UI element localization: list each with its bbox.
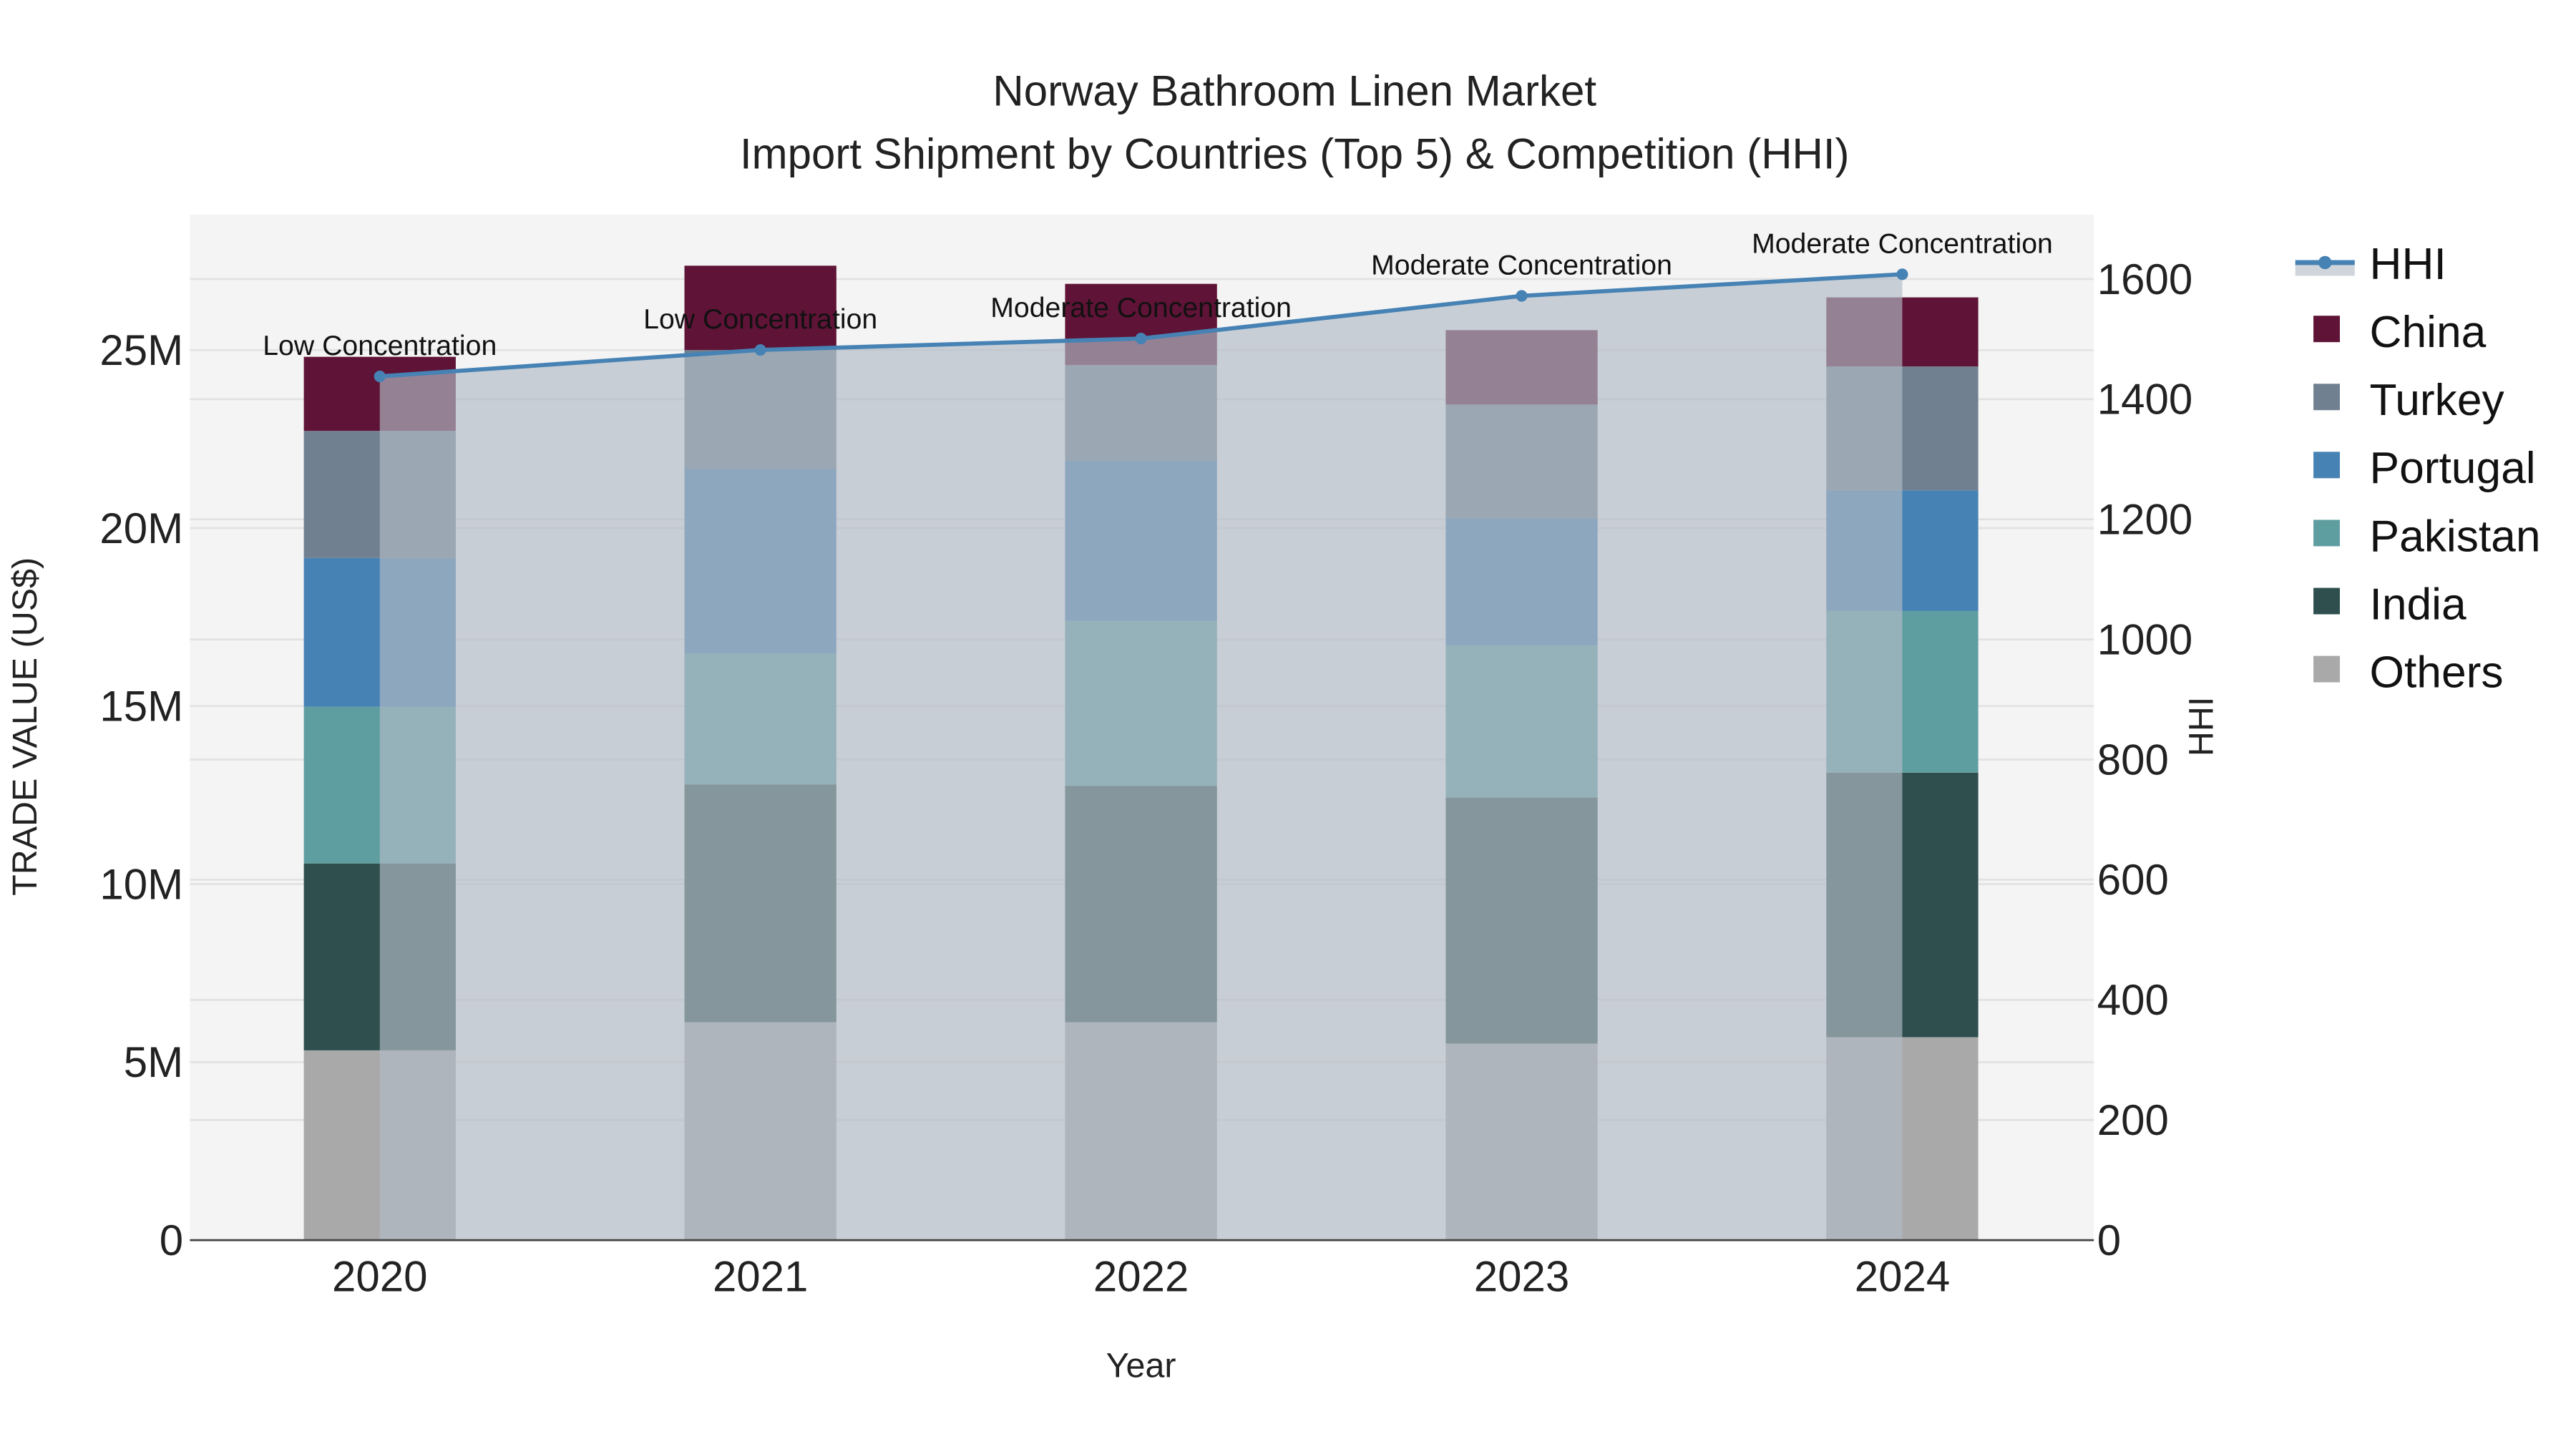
hhi-point-2020 [374, 370, 386, 383]
x-tick-label: 2023 [1474, 1253, 1569, 1301]
legend-swatch-turkey [2313, 384, 2340, 411]
legend-label-hhi: HHI [2370, 240, 2446, 289]
legend: HHI China Turkey Portugal Pakistan India Other… [2295, 240, 2541, 697]
legend-label-pakistan: Pakistan [2370, 512, 2541, 561]
hhi-point-2021 [754, 343, 766, 356]
y2-tick-label: 600 [2097, 856, 2169, 904]
legend-swatch-portugal [2313, 452, 2340, 479]
y2-axis-label: HHI [2182, 697, 2220, 756]
y2-tick-label: 1000 [2097, 615, 2192, 663]
y-tick-label: 5M [124, 1038, 183, 1086]
legend-swatch-others [2313, 655, 2340, 683]
hhi-series: Low Concentration Low Concentration Modera… [263, 228, 2053, 1241]
y2-tick-label: 1600 [2097, 255, 2192, 303]
hhi-area [379, 274, 1903, 1241]
y2-tick-label: 1200 [2097, 496, 2192, 544]
legend-label-india: India [2370, 580, 2467, 629]
legend-label-others: Others [2370, 648, 2504, 697]
x-tick-label: 2021 [713, 1253, 808, 1301]
chart-subtitle: Import Shipment by Countries (Top 5) & C… [740, 130, 1850, 177]
x-tick-label: 2024 [1855, 1253, 1950, 1301]
y-tick-label: 20M [99, 504, 183, 552]
hhi-point-2022 [1135, 333, 1147, 345]
y2-tick-label: 1400 [2097, 376, 2192, 424]
legend-label-portugal: Portugal [2370, 444, 2536, 493]
x-tick-label: 2020 [332, 1253, 427, 1301]
y2-tick-label: 0 [2097, 1216, 2121, 1264]
y2-tick-label: 800 [2097, 736, 2169, 784]
x-axis-label: Year [1106, 1347, 1176, 1385]
legend-label-china: China [2370, 308, 2487, 357]
y-tick-label: 25M [99, 326, 183, 374]
y2-tick-label: 200 [2097, 1096, 2169, 1144]
y-tick-label: 0 [160, 1216, 183, 1264]
hhi-annotation: Moderate Concentration [1371, 250, 1672, 281]
legend-swatch-china [2313, 316, 2340, 343]
legend-swatch-india [2313, 587, 2340, 615]
hhi-annotation: Low Concentration [263, 330, 497, 361]
hhi-point-2024 [1896, 268, 1908, 280]
y-tick-label: 10M [99, 860, 183, 908]
y-axis-label: TRADE VALUE (US$) [6, 557, 44, 896]
y2-tick-label: 400 [2097, 976, 2169, 1024]
legend-hhi-marker [2318, 255, 2332, 270]
chart-title: Norway Bathroom Linen Market [992, 67, 1596, 115]
legend-swatch-pakistan [2313, 519, 2340, 547]
hhi-annotation: Low Concentration [643, 303, 877, 335]
hhi-annotation: Moderate Concentration [990, 292, 1292, 323]
hhi-point-2023 [1516, 290, 1528, 302]
hhi-annotation: Moderate Concentration [1752, 228, 2053, 259]
x-tick-label: 2022 [1093, 1253, 1189, 1301]
chart: Low Concentration Low Concentration Modera… [6, 67, 2541, 1385]
y-tick-label: 15M [99, 683, 183, 731]
legend-label-turkey: Turkey [2370, 376, 2505, 425]
